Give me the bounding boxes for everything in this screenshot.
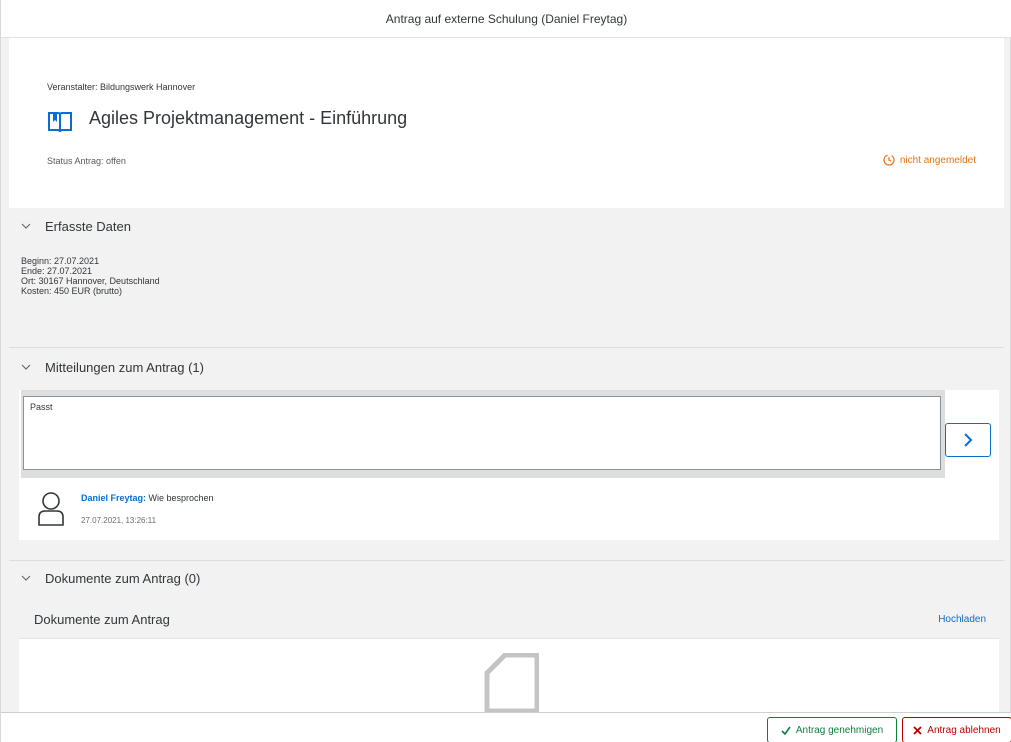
approve-button-label: Antrag genehmigen [795, 724, 884, 736]
approve-button[interactable]: Antrag genehmigen [767, 717, 897, 742]
window-title: Antrag auf externe Schulung (Daniel Frey… [1, 0, 1011, 38]
status-badge: nicht angemeldet [883, 154, 976, 166]
data-line-location: Ort: 30167 Hannover, Deutschland [21, 276, 160, 286]
footer-toolbar: Antrag genehmigen Antrag ablehnen [1, 712, 1011, 742]
chevron-down-icon [21, 223, 31, 229]
app-window: Antrag auf externe Schulung (Daniel Frey… [0, 0, 1011, 742]
check-icon [781, 726, 791, 735]
message-composer: Passt [19, 390, 999, 478]
section-title: Erfasste Daten [45, 218, 131, 234]
book-icon [48, 112, 72, 133]
feed-list-item: Daniel Freytag: Wie besprochen 27.07.202… [19, 478, 999, 540]
object-header: Veranstalter: Bildungswerk Hannover Agil… [9, 38, 1004, 208]
upload-link[interactable]: Hochladen [938, 614, 986, 625]
divider [9, 347, 1004, 348]
feed-text: Daniel Freytag: Wie besprochen [81, 493, 214, 503]
section-header-documents[interactable]: Dokumente zum Antrag (0) [9, 560, 1004, 596]
feed-message: Wie besprochen [146, 493, 214, 503]
status-badge-label: nicht angemeldet [899, 154, 976, 166]
section-title: Mitteilungen zum Antrag (1) [45, 359, 204, 375]
message-input[interactable]: Passt [23, 396, 941, 470]
data-line-cost: Kosten: 450 EUR (brutto) [21, 286, 123, 296]
chevron-down-icon [21, 575, 31, 581]
organizer-label: Veranstalter: Bildungswerk Hannover [47, 82, 196, 92]
course-title: Agiles Projektmanagement - Einführung [89, 108, 408, 128]
captured-data: Beginn: 27.07.2021 Ende: 27.07.2021 Ort:… [21, 256, 160, 296]
data-line-end: Ende: 27.07.2021 [21, 266, 93, 276]
clock-icon [883, 154, 895, 166]
reject-button[interactable]: Antrag ablehnen [902, 717, 1011, 742]
documents-list-title: Dokumente zum Antrag [34, 612, 170, 627]
reject-button-label: Antrag ablehnen [927, 724, 1001, 736]
data-line-begin: Beginn: 27.07.2021 [21, 256, 100, 266]
status-label: Status Antrag: offen [47, 156, 126, 166]
send-button[interactable] [945, 423, 991, 457]
document-icon [484, 653, 539, 713]
feed-timestamp: 27.07.2021, 13:26:11 [81, 516, 157, 525]
cross-icon [913, 725, 922, 735]
person-icon [38, 492, 64, 526]
section-header-data[interactable]: Erfasste Daten [9, 208, 1004, 244]
section-header-messages[interactable]: Mitteilungen zum Antrag (1) [9, 349, 1004, 385]
message-input-wrapper: Passt [21, 390, 945, 478]
chevron-right-icon [964, 433, 973, 447]
section-title: Dokumente zum Antrag (0) [45, 570, 201, 586]
feed-author-link[interactable]: Daniel Freytag: [81, 493, 146, 503]
chevron-down-icon [21, 364, 31, 370]
